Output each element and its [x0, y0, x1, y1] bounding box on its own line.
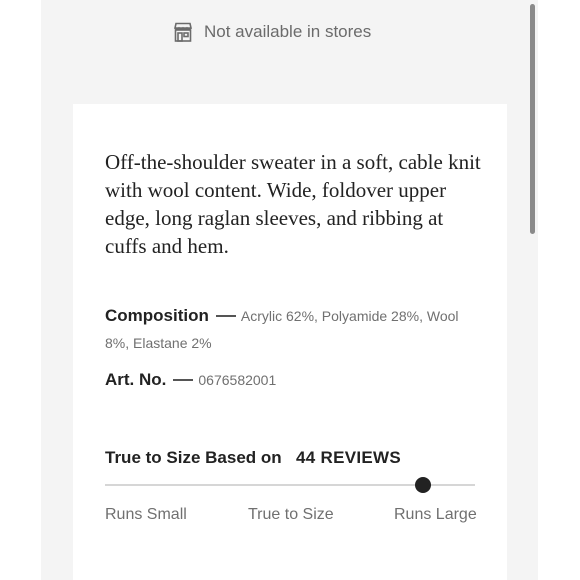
reviews-link[interactable]: 44 REVIEWS: [296, 448, 401, 468]
fit-label-runs-small: Runs Small: [105, 506, 187, 523]
article-number-value: 0676582001: [198, 372, 277, 388]
dash-divider: [215, 314, 236, 317]
scrollbar[interactable]: [530, 4, 535, 234]
store-availability: Not available in stores: [172, 18, 371, 46]
composition-label: Composition: [105, 306, 209, 325]
store-icon: [172, 21, 194, 43]
store-availability-text: Not available in stores: [204, 22, 372, 41]
fit-scale-indicator: [415, 477, 432, 493]
composition-row: Composition Acrylic 62%, Polyamide 28%, W…: [105, 302, 485, 357]
product-description: Off-the-shoulder sweater in a soft, cabl…: [105, 150, 481, 258]
fit-label-runs-large: Runs Large: [394, 506, 477, 523]
fit-title: True to Size Based on: [105, 448, 282, 467]
product-details-card: Off-the-shoulder sweater in a soft, cabl…: [73, 104, 507, 580]
dash-divider: [173, 378, 194, 381]
fit-label-true-to-size: True to Size: [248, 506, 334, 523]
article-number-label: Art. No.: [105, 370, 167, 389]
article-number-row: Art. No. 0676582001: [105, 366, 485, 394]
